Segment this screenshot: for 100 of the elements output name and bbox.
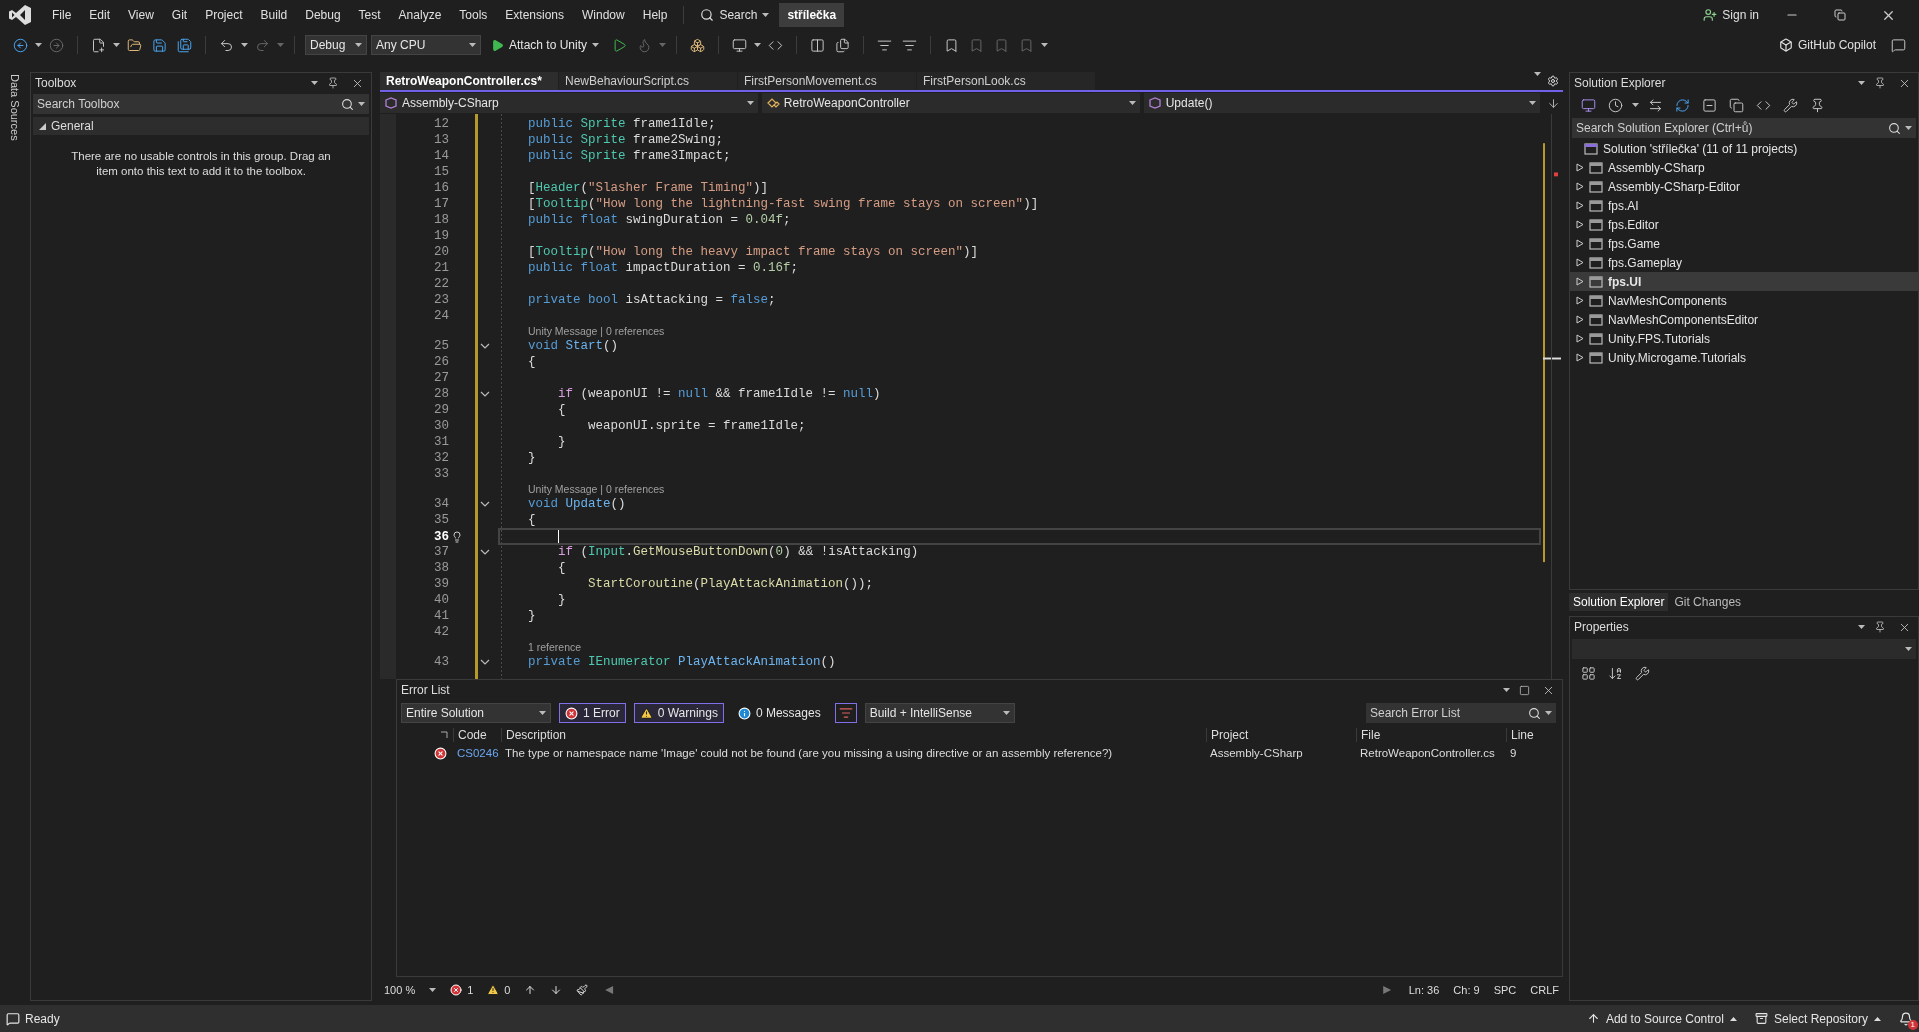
line-indicator[interactable]: Ln: 36 xyxy=(1408,984,1440,996)
filter-button[interactable] xyxy=(834,703,857,723)
source-dropdown[interactable]: Build + IntelliSense xyxy=(864,703,1015,723)
navigation-dropdown[interactable]: Assembly-CSharp xyxy=(380,93,758,113)
column-header[interactable]: Project xyxy=(1206,728,1356,742)
editor-tab[interactable]: RetroWeaponController.cs* xyxy=(380,72,558,90)
editor-tab[interactable]: FirstPersonLook.cs xyxy=(917,72,1095,90)
search-field[interactable]: Search Toolbox xyxy=(33,94,369,114)
editor-tab[interactable]: FirstPersonMovement.cs xyxy=(738,72,916,90)
filter-toggle[interactable]: 0 Warnings xyxy=(633,703,724,723)
copilot-button[interactable]: GitHub Copilot xyxy=(1770,34,1884,56)
menu-item[interactable]: Project xyxy=(197,4,251,26)
zoom-dropdown[interactable]: 100 % xyxy=(384,984,416,996)
tree-item[interactable]: fps.Game xyxy=(1570,234,1918,253)
filter-toggle[interactable]: 0 Messages xyxy=(731,703,827,723)
search-icon[interactable] xyxy=(1528,706,1541,720)
settings-icon[interactable] xyxy=(1547,75,1559,87)
brush-icon[interactable] xyxy=(576,984,589,996)
tree-item[interactable]: NavMeshComponents xyxy=(1570,291,1918,310)
column-header[interactable]: File xyxy=(1356,728,1506,742)
filter-toggle[interactable]: 1 Error xyxy=(559,703,626,723)
column-header[interactable]: Description xyxy=(501,728,1206,742)
collapse-icon[interactable] xyxy=(480,391,490,397)
code-lens[interactable]: Unity Message | 0 references xyxy=(528,483,1541,495)
expand-icon[interactable] xyxy=(1576,296,1584,305)
attach-button[interactable]: Attach to Unity xyxy=(485,36,606,54)
whitespace-indicator[interactable]: SPC xyxy=(1493,984,1517,996)
group-header[interactable]: General xyxy=(33,117,369,135)
collapse-icon[interactable] xyxy=(480,501,490,507)
code-line: { xyxy=(528,513,537,527)
tree-item[interactable]: Unity.FPS.Tutorials xyxy=(1570,329,1918,348)
scrollbar[interactable] xyxy=(1541,114,1563,679)
search-button[interactable]: Search xyxy=(692,4,778,26)
menu-item[interactable]: Build xyxy=(252,4,296,26)
line-ending-indicator[interactable]: CRLF xyxy=(1530,984,1559,996)
platform-dropdown[interactable]: Any CPU xyxy=(371,35,481,55)
expand-icon[interactable] xyxy=(1576,258,1584,267)
code-lens[interactable]: Unity Message | 0 references xyxy=(528,325,1541,337)
collapse-icon[interactable] xyxy=(480,549,490,555)
panel-tab[interactable]: Git Changes xyxy=(1670,593,1746,611)
expand-icon[interactable] xyxy=(1576,220,1584,229)
menu-item[interactable]: Edit xyxy=(81,4,119,26)
navigation-dropdown[interactable]: Update() xyxy=(1143,93,1540,113)
menu-item[interactable]: Test xyxy=(350,4,389,26)
side-tab[interactable]: Data Sources xyxy=(9,74,21,1005)
search-field[interactable]: Search Solution Explorer (Ctrl+ů) xyxy=(1572,118,1916,138)
tree-item[interactable]: fps.UI xyxy=(1570,272,1918,291)
tree-item[interactable]: fps.Gameplay xyxy=(1570,253,1918,272)
tree-item[interactable]: fps.Editor xyxy=(1570,215,1918,234)
collapse-icon[interactable] xyxy=(480,659,490,665)
menu-item[interactable]: Help xyxy=(634,4,676,26)
collapse-icon[interactable] xyxy=(480,343,490,349)
column-header[interactable]: Line xyxy=(1506,728,1562,742)
scope-dropdown[interactable]: Entire Solution xyxy=(401,703,551,723)
menu-item[interactable]: Analyze xyxy=(390,4,450,26)
configuration-dropdown[interactable]: Debug xyxy=(305,35,367,55)
expand-icon[interactable] xyxy=(1576,353,1584,362)
tree-item[interactable]: Solution 'střílečka' (11 of 11 projects) xyxy=(1570,139,1918,158)
menu-item[interactable]: Window xyxy=(574,4,633,26)
menu-item[interactable]: View xyxy=(120,4,162,26)
repository-button[interactable]: Select Repository xyxy=(1754,1011,1881,1026)
tree-item[interactable]: fps.AI xyxy=(1570,196,1918,215)
caret-icon xyxy=(277,43,284,47)
search-field[interactable]: Search Error List xyxy=(1366,703,1556,723)
code-line: { xyxy=(557,561,567,575)
error-code-link[interactable]: CS0246 xyxy=(453,747,501,759)
lightbulb-icon[interactable] xyxy=(451,530,463,543)
error-count[interactable]: 1 xyxy=(467,984,474,996)
code-lens[interactable]: 1 reference xyxy=(528,641,1541,653)
menu-item[interactable]: Debug xyxy=(297,4,349,26)
expand-icon[interactable] xyxy=(1576,334,1584,343)
previous-icon[interactable] xyxy=(524,984,537,996)
expand-icon[interactable] xyxy=(1576,277,1584,286)
tree-item[interactable]: Assembly-CSharp xyxy=(1570,158,1918,177)
source-control-button[interactable]: Add to Source Control xyxy=(1586,1011,1737,1026)
panel-tab[interactable]: Solution Explorer xyxy=(1569,593,1669,611)
editor-tab[interactable]: NewBehaviourScript.cs xyxy=(559,72,737,90)
expand-icon[interactable] xyxy=(1576,315,1584,324)
expand-icon[interactable] xyxy=(1576,182,1584,191)
search-icon[interactable] xyxy=(341,97,354,111)
expand-icon[interactable] xyxy=(1576,163,1584,172)
expand-icon[interactable] xyxy=(1576,201,1584,210)
expand-icon[interactable] xyxy=(1576,239,1584,248)
notifications-icon[interactable] xyxy=(1899,1011,1913,1026)
output-icon[interactable] xyxy=(6,1011,20,1026)
menu-item[interactable]: Extensions xyxy=(497,4,573,26)
sign-in-button[interactable]: Sign in xyxy=(1695,4,1767,26)
tree-item[interactable]: Unity.Microgame.Tutorials xyxy=(1570,348,1918,367)
menu-item[interactable]: Git xyxy=(163,4,196,26)
navigation-dropdown[interactable]: RetroWeaponController xyxy=(761,93,1140,113)
search-icon[interactable] xyxy=(1888,121,1901,135)
code-editor[interactable] xyxy=(380,114,1563,679)
tree-item[interactable]: NavMeshComponentsEditor xyxy=(1570,310,1918,329)
next-icon[interactable] xyxy=(550,984,563,996)
tree-item[interactable]: Assembly-CSharp-Editor xyxy=(1570,177,1918,196)
column-header[interactable]: Code xyxy=(453,728,501,742)
menu-item[interactable]: Tools xyxy=(451,4,496,26)
warning-count[interactable]: 0 xyxy=(504,984,511,996)
column-indicator[interactable]: Ch: 9 xyxy=(1453,984,1480,996)
menu-item[interactable]: File xyxy=(44,4,80,26)
